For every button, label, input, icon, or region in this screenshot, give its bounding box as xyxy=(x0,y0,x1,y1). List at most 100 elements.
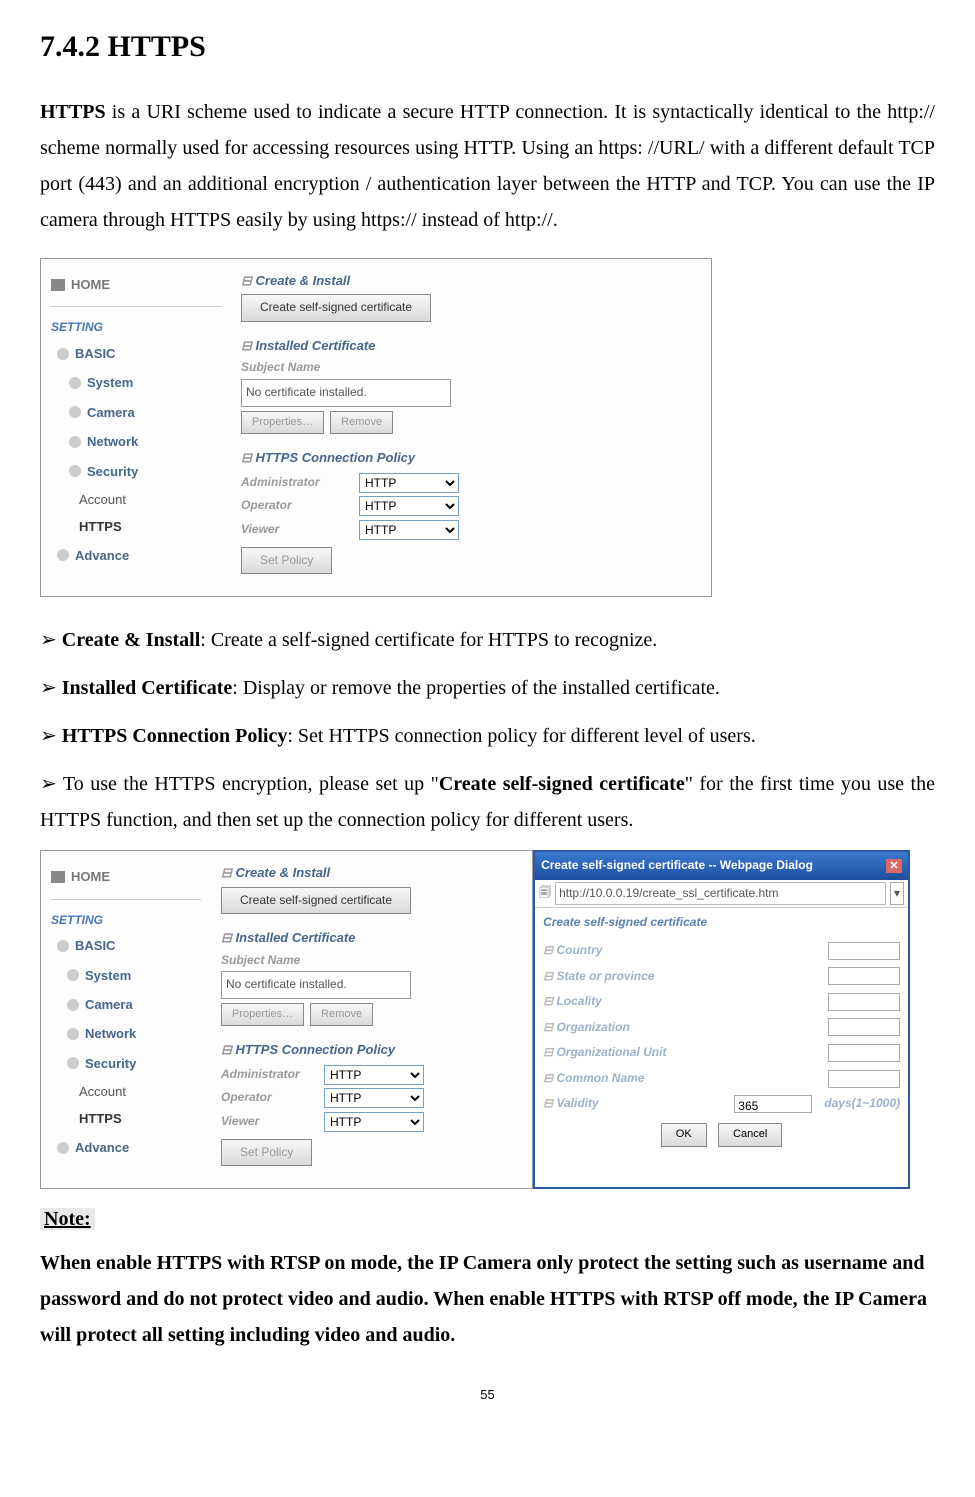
bullet-installed-cert: Installed Certificate: Display or remove… xyxy=(40,670,935,706)
folder-icon xyxy=(57,940,69,952)
nav-home[interactable]: HOME xyxy=(51,269,221,307)
intro-strong: HTTPS xyxy=(40,101,106,123)
note-label: Note: xyxy=(40,1208,95,1230)
role-viewer-label: Viewer xyxy=(241,519,351,541)
intro-paragraph: HTTPS is a URI scheme used to indicate a… xyxy=(40,94,935,238)
dialog-url: http://10.0.0.19/create_ssl_certificate.… xyxy=(555,882,886,906)
create-install-header: Create & Install xyxy=(221,861,522,884)
subject-name-label: Subject Name xyxy=(221,950,522,972)
dropdown-icon[interactable]: ▾ xyxy=(890,882,904,906)
nav-item-security[interactable]: Security xyxy=(51,457,221,486)
nav-item-system[interactable]: System xyxy=(51,961,201,990)
field-country-input[interactable] xyxy=(828,942,900,960)
close-icon[interactable]: ✕ xyxy=(886,859,902,873)
bullet-icon xyxy=(67,1057,79,1069)
viewer-policy-select[interactable]: HTTP xyxy=(324,1112,424,1132)
subject-name-field: No certificate installed. xyxy=(221,971,411,999)
subject-name-field: No certificate installed. xyxy=(241,379,451,407)
field-state-input[interactable] xyxy=(828,967,900,985)
admin-policy-select[interactable]: HTTP xyxy=(359,473,459,493)
nav-sub-account[interactable]: Account xyxy=(51,1078,201,1105)
folder-icon xyxy=(57,1142,69,1154)
bullet-icon xyxy=(69,436,81,448)
nav-sidebar: HOME SETTING BASIC System Camera Network… xyxy=(51,269,221,586)
remove-button[interactable]: Remove xyxy=(310,1003,373,1027)
bullet-icon xyxy=(69,465,81,477)
https-settings-screenshot: HOME SETTING BASIC System Camera Network… xyxy=(40,258,712,597)
field-ou-label: Organizational Unit xyxy=(543,1042,820,1064)
nav-item-network[interactable]: Network xyxy=(51,1019,201,1048)
bullet-icon xyxy=(67,999,79,1011)
bullet-icon xyxy=(69,406,81,418)
installed-cert-header: Installed Certificate xyxy=(241,334,701,357)
nav-item-camera[interactable]: Camera xyxy=(51,398,221,427)
note-text: When enable HTTPS with RTSP on mode, the… xyxy=(40,1245,935,1353)
role-admin-label: Administrator xyxy=(221,1064,316,1086)
operator-policy-select[interactable]: HTTP xyxy=(359,496,459,516)
nav-advance[interactable]: Advance xyxy=(51,541,221,570)
create-install-header: Create & Install xyxy=(241,269,701,292)
bullet-icon xyxy=(67,1028,79,1040)
create-cert-dialog: Create self-signed certificate -- Webpag… xyxy=(533,850,910,1189)
settings-pane: Create & Install Create self-signed cert… xyxy=(221,861,522,1178)
role-viewer-label: Viewer xyxy=(221,1111,316,1133)
nav-item-security[interactable]: Security xyxy=(51,1049,201,1078)
nav-item-system[interactable]: System xyxy=(51,368,221,397)
properties-button[interactable]: Properties… xyxy=(221,1003,304,1027)
installed-cert-header: Installed Certificate xyxy=(221,926,522,949)
days-label: days(1~1000) xyxy=(824,1093,900,1115)
bullet-icon xyxy=(67,969,79,981)
field-org-label: Organization xyxy=(543,1017,820,1039)
field-validity-label: Validity xyxy=(543,1093,726,1115)
field-locality-input[interactable] xyxy=(828,993,900,1011)
settings-pane: Create & Install Create self-signed cert… xyxy=(241,269,701,586)
conn-policy-header: HTTPS Connection Policy xyxy=(221,1038,522,1061)
nav-sub-account[interactable]: Account xyxy=(51,486,221,513)
nav-home[interactable]: HOME xyxy=(51,861,201,899)
field-cn-label: Common Name xyxy=(543,1068,820,1090)
nav-sidebar: HOME SETTING BASIC System Camera Network… xyxy=(51,861,201,1178)
field-org-input[interactable] xyxy=(828,1018,900,1036)
field-validity-input[interactable]: 365 xyxy=(734,1095,812,1113)
create-self-signed-button[interactable]: Create self-signed certificate xyxy=(241,294,431,322)
dialog-address-bar: 🗐 http://10.0.0.19/create_ssl_certificat… xyxy=(535,880,908,909)
home-icon xyxy=(51,871,65,883)
nav-sub-https[interactable]: HTTPS xyxy=(51,513,221,540)
page-icon: 🗐 xyxy=(539,882,551,906)
field-ou-input[interactable] xyxy=(828,1044,900,1062)
viewer-policy-select[interactable]: HTTP xyxy=(359,520,459,540)
dialog-heading: Create self-signed certificate xyxy=(535,908,908,938)
page-number: 55 xyxy=(40,1383,935,1406)
nav-sub-https[interactable]: HTTPS xyxy=(51,1105,201,1132)
folder-icon xyxy=(57,549,69,561)
dialog-title: Create self-signed certificate -- Webpag… xyxy=(541,855,813,877)
properties-button[interactable]: Properties… xyxy=(241,411,324,435)
field-cn-input[interactable] xyxy=(828,1070,900,1088)
ok-button[interactable]: OK xyxy=(661,1123,707,1147)
bullet-usage: To use the HTTPS encryption, please set … xyxy=(40,766,935,838)
nav-advance[interactable]: Advance xyxy=(51,1133,201,1162)
nav-basic[interactable]: BASIC xyxy=(51,339,221,368)
bullet-icon xyxy=(69,377,81,389)
remove-button[interactable]: Remove xyxy=(330,411,393,435)
nav-item-camera[interactable]: Camera xyxy=(51,990,201,1019)
section-heading: 7.4.2 HTTPS xyxy=(40,20,935,74)
nav-setting-label: SETTING xyxy=(51,317,221,339)
https-dialog-screenshot: HOME SETTING BASIC System Camera Network… xyxy=(40,850,910,1189)
bullet-create-install: Create & Install: Create a self-signed c… xyxy=(40,622,935,658)
create-self-signed-button[interactable]: Create self-signed certificate xyxy=(221,887,411,915)
cancel-button[interactable]: Cancel xyxy=(718,1123,782,1147)
intro-rest: is a URI scheme used to indicate a secur… xyxy=(40,101,935,231)
folder-icon xyxy=(57,348,69,360)
home-icon xyxy=(51,279,65,291)
subject-name-label: Subject Name xyxy=(241,357,701,379)
set-policy-button[interactable]: Set Policy xyxy=(221,1139,312,1167)
field-state-label: State or province xyxy=(543,966,820,988)
set-policy-button[interactable]: Set Policy xyxy=(241,547,332,575)
operator-policy-select[interactable]: HTTP xyxy=(324,1088,424,1108)
nav-basic[interactable]: BASIC xyxy=(51,931,201,960)
field-country-label: Country xyxy=(543,940,820,962)
conn-policy-header: HTTPS Connection Policy xyxy=(241,446,701,469)
nav-item-network[interactable]: Network xyxy=(51,427,221,456)
admin-policy-select[interactable]: HTTP xyxy=(324,1065,424,1085)
